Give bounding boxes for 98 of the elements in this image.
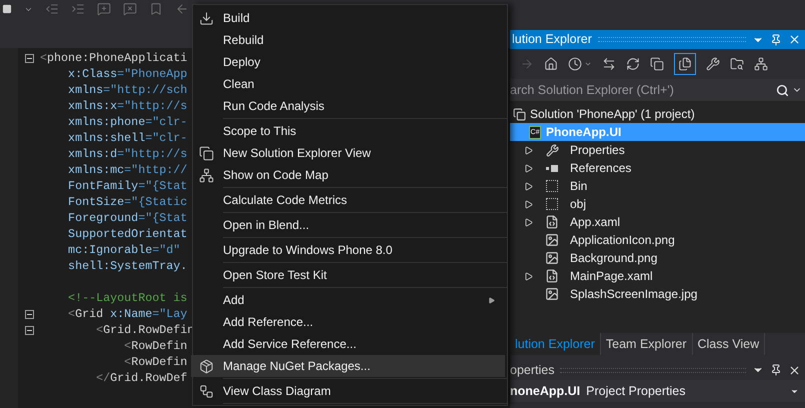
panel-title-bar: lution Explorer <box>510 30 805 49</box>
code-line: FontFamily="{Stat <box>67 178 188 194</box>
wrench-icon <box>546 144 558 156</box>
image-icon <box>545 251 559 265</box>
panel-tab[interactable]: Team Explorer <box>600 333 692 355</box>
uncomment-icon[interactable] <box>123 2 137 16</box>
home-icon[interactable] <box>544 57 558 71</box>
menu-item[interactable]: Show on Code Map <box>191 164 505 186</box>
code-line: xmlns:mc="http:// <box>67 162 188 178</box>
menu-item[interactable]: Open Store Test Kit <box>191 264 505 286</box>
diagram-icon <box>198 168 214 182</box>
file-icon <box>545 215 559 229</box>
menu-item[interactable]: Upgrade to Windows Phone 8.0 <box>191 239 505 261</box>
collapse-icon[interactable] <box>24 310 34 318</box>
code-line: xmlns:x="http://s <box>67 98 188 114</box>
menu-item[interactable]: Deploy <box>191 51 505 73</box>
code-line: xmlns:shell="clr- <box>67 130 188 146</box>
indent-icon[interactable] <box>71 2 85 16</box>
code-line: <RowDefin <box>123 338 188 354</box>
code-line: mc:Ignorable="d" <box>67 242 180 258</box>
menu-item[interactable]: View Class Diagram <box>191 380 505 402</box>
menu-item[interactable]: Add <box>191 289 505 311</box>
comment-icon[interactable] <box>97 2 111 16</box>
menu-item[interactable]: Clean <box>191 73 505 95</box>
dropdown-icon[interactable] <box>584 60 592 68</box>
expand-icon[interactable] <box>524 218 533 226</box>
folder-search-icon[interactable] <box>730 57 744 71</box>
menu-item[interactable]: Scope to This <box>191 120 505 142</box>
code-line: <Grid x:Name="Lay <box>67 306 188 322</box>
menu-item[interactable]: Manage NuGet Packages... <box>191 355 505 377</box>
references-icon <box>546 164 558 172</box>
image-icon <box>545 287 559 301</box>
folder-icon <box>546 198 558 210</box>
tree-item[interactable]: App.xaml <box>510 213 805 231</box>
show-all-files-button[interactable] <box>674 53 696 75</box>
code-line: shell:SystemTray. <box>67 258 188 274</box>
collapse-icon[interactable] <box>650 57 664 71</box>
panel-title: operties <box>510 362 554 379</box>
code-line: xmlns="http://sch <box>67 82 188 98</box>
square-icon[interactable] <box>2 4 12 14</box>
solution-icon <box>512 108 526 120</box>
files-icon <box>678 57 692 71</box>
menu-item[interactable]: Build <box>191 7 505 29</box>
panel-tab[interactable]: lution Explorer <box>510 333 601 355</box>
expand-icon[interactable] <box>524 146 533 154</box>
history-icon[interactable] <box>568 57 582 71</box>
expand-icon[interactable] <box>524 164 533 172</box>
tree-item[interactable]: SplashScreenImage.jpg <box>510 285 805 303</box>
search-field[interactable]: arch Solution Explorer (Ctrl+') <box>510 79 776 101</box>
outdent-icon[interactable] <box>45 2 59 16</box>
package-icon <box>198 358 214 374</box>
tree-item[interactable]: obj <box>510 195 805 213</box>
folder-icon <box>546 180 558 192</box>
image-icon <box>545 233 559 247</box>
code-line: <!--LayoutRoot is <box>67 290 188 306</box>
code-line: <RowDefin <box>123 354 188 370</box>
pin-icon[interactable] <box>770 364 782 376</box>
tree-item[interactable]: References <box>510 159 805 177</box>
download-icon <box>198 10 214 26</box>
close-icon[interactable] <box>788 33 801 46</box>
menu-item[interactable]: Rebuild <box>191 29 505 51</box>
wrench-icon[interactable] <box>706 57 720 71</box>
tree-item[interactable]: Background.png <box>510 249 805 267</box>
tree-item[interactable]: Solution 'PhoneApp' (1 project) <box>510 105 805 123</box>
code-line: FontSize="{Static <box>67 194 188 210</box>
object-dropdown[interactable]: noneApp.UI Project Properties <box>510 380 805 402</box>
code-line: xmlns:d="http://s <box>67 146 188 162</box>
sync-icon[interactable] <box>602 57 616 71</box>
collapse-icon[interactable] <box>24 326 34 334</box>
arrow-icon[interactable] <box>175 2 189 16</box>
code-line: x:Class="PhoneApp <box>67 66 188 82</box>
menu-item[interactable]: Open in Blend... <box>191 214 505 236</box>
code-line: xmlns:phone="clr- <box>67 114 188 130</box>
pin-icon[interactable] <box>770 34 782 46</box>
tree-item[interactable]: Properties <box>510 141 805 159</box>
diagram-icon[interactable] <box>754 57 768 71</box>
code-line: </Grid.RowDef <box>95 370 188 386</box>
tree-item[interactable]: ApplicationIcon.png <box>510 231 805 249</box>
tree-item[interactable]: MainPage.xaml <box>510 267 805 285</box>
expand-icon[interactable] <box>524 182 533 190</box>
collapse-icon[interactable] <box>24 54 34 62</box>
menu-item[interactable]: Run Code Analysis <box>191 95 505 117</box>
search-icon[interactable] <box>776 84 789 96</box>
windows-icon <box>198 146 214 160</box>
close-icon[interactable] <box>788 364 801 376</box>
expand-icon[interactable] <box>524 200 533 208</box>
tree-item[interactable]: Bin <box>510 177 805 195</box>
diagram-icon <box>198 384 214 398</box>
expand-icon[interactable] <box>524 272 533 280</box>
file-icon <box>545 269 559 283</box>
bookmark-icon[interactable] <box>149 2 163 16</box>
menu-item[interactable]: New Solution Explorer View <box>191 142 505 164</box>
code-line: SupportedOrientat <box>67 226 188 242</box>
code-line: <phone:PhoneApplicati <box>40 50 188 66</box>
menu-item[interactable]: Calculate Code Metrics <box>191 189 505 211</box>
refresh-icon[interactable] <box>626 57 640 71</box>
panel-tab[interactable]: Class View <box>692 333 766 355</box>
code-line: Foreground="{Stat <box>67 210 188 226</box>
